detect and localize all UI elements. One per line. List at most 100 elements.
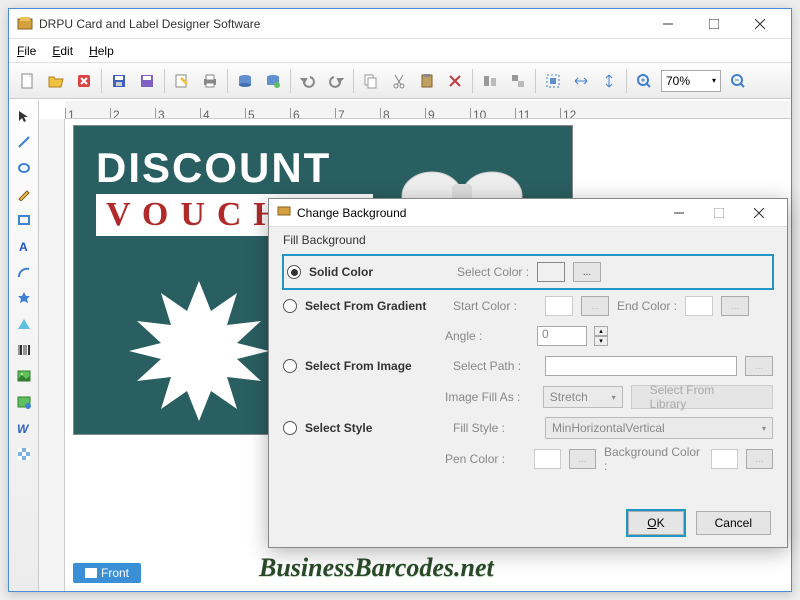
image-path-browse-button[interactable]: ... xyxy=(745,356,773,376)
solid-color-row: Solid Color Select Color : ... xyxy=(283,255,773,289)
dialog-minimize-button[interactable] xyxy=(659,199,699,227)
align-icon[interactable] xyxy=(477,68,503,94)
open-icon[interactable] xyxy=(43,68,69,94)
end-color-swatch[interactable] xyxy=(685,296,713,316)
pencil-tool-icon[interactable] xyxy=(13,183,35,205)
style-radio[interactable] xyxy=(283,421,297,435)
maximize-button[interactable] xyxy=(691,9,737,39)
cancel-button[interactable]: Cancel xyxy=(696,511,771,535)
image-tool-icon[interactable] xyxy=(13,365,35,387)
database-edit-icon[interactable] xyxy=(260,68,286,94)
zoom-combo[interactable]: 70%▾ xyxy=(661,70,721,92)
resize-h-icon[interactable] xyxy=(568,68,594,94)
brand-watermark: BusinessBarcodes.net xyxy=(259,553,494,583)
image-row: Select From Image Select Path : ... xyxy=(283,349,773,383)
select-all-icon[interactable] xyxy=(540,68,566,94)
pen-color-label: Pen Color : xyxy=(445,452,526,466)
zoom-out-icon[interactable] xyxy=(725,68,751,94)
dialog-titlebar: Change Background xyxy=(269,199,787,227)
close-button[interactable] xyxy=(737,9,783,39)
pen-color-browse-button[interactable]: ... xyxy=(569,449,596,469)
card-discount-text[interactable]: DISCOUNT xyxy=(96,144,331,192)
library-tool-icon[interactable] xyxy=(13,391,35,413)
rect-tool-icon[interactable] xyxy=(13,209,35,231)
ellipse-tool-icon[interactable] xyxy=(13,157,35,179)
dialog-icon xyxy=(277,204,291,221)
minimize-button[interactable] xyxy=(645,9,691,39)
window-title: DRPU Card and Label Designer Software xyxy=(39,17,645,31)
fill-background-label: Fill Background xyxy=(283,233,773,247)
angle-spin-down[interactable]: ▾ xyxy=(594,336,608,346)
bg-color-label: Background Color : xyxy=(604,445,703,473)
angle-spin-up[interactable]: ▴ xyxy=(594,326,608,336)
change-background-dialog: Change Background Fill Background Solid … xyxy=(268,198,788,548)
undo-icon[interactable] xyxy=(295,68,321,94)
zoom-in-icon[interactable] xyxy=(631,68,657,94)
barcode-tool-icon[interactable] xyxy=(13,339,35,361)
pen-color-swatch[interactable] xyxy=(534,449,561,469)
style-colors-row: Pen Color : ... Background Color : ... xyxy=(283,445,773,473)
database-icon[interactable] xyxy=(232,68,258,94)
solid-color-swatch[interactable] xyxy=(537,262,565,282)
image-label: Select From Image xyxy=(305,359,445,373)
image-path-input[interactable] xyxy=(545,356,737,376)
start-color-browse-button[interactable]: ... xyxy=(581,296,609,316)
svg-text:W: W xyxy=(17,422,30,435)
start-color-swatch[interactable] xyxy=(545,296,573,316)
starburst-icon[interactable] xyxy=(124,276,274,426)
solid-color-browse-button[interactable]: ... xyxy=(573,262,601,282)
dialog-maximize-button[interactable] xyxy=(699,199,739,227)
angle-label: Angle : xyxy=(445,329,529,343)
pointer-tool-icon[interactable] xyxy=(13,105,35,127)
cut-icon[interactable] xyxy=(386,68,412,94)
fill-style-combo[interactable]: MinHorizontalVertical▾ xyxy=(545,417,773,439)
solid-color-radio[interactable] xyxy=(287,265,301,279)
new-icon[interactable] xyxy=(15,68,41,94)
image-radio[interactable] xyxy=(283,359,297,373)
group-icon[interactable] xyxy=(505,68,531,94)
bg-color-swatch[interactable] xyxy=(711,449,738,469)
star-tool-icon[interactable] xyxy=(13,287,35,309)
menu-edit[interactable]: Edit xyxy=(52,44,73,58)
tab-front[interactable]: Front xyxy=(73,563,141,583)
copy-icon[interactable] xyxy=(358,68,384,94)
save-icon[interactable] xyxy=(106,68,132,94)
delete-icon[interactable] xyxy=(442,68,468,94)
bg-color-browse-button[interactable]: ... xyxy=(746,449,773,469)
svg-text:A: A xyxy=(19,240,28,253)
gradient-row: Select From Gradient Start Color : ... E… xyxy=(283,289,773,323)
paste-icon[interactable] xyxy=(414,68,440,94)
ok-button[interactable]: OK xyxy=(628,511,683,535)
triangle-tool-icon[interactable] xyxy=(13,313,35,335)
image-fill-as-combo[interactable]: Stretch▾ xyxy=(543,386,623,408)
menu-file[interactable]: File xyxy=(17,44,36,58)
edit-icon[interactable] xyxy=(169,68,195,94)
resize-v-icon[interactable] xyxy=(596,68,622,94)
end-color-label: End Color : xyxy=(617,299,677,313)
text-tool-icon[interactable]: A xyxy=(13,235,35,257)
wordart-tool-icon[interactable]: W xyxy=(13,417,35,439)
left-toolbar: A W xyxy=(9,101,39,591)
menu-help[interactable]: Help xyxy=(89,44,114,58)
close-doc-icon[interactable] xyxy=(71,68,97,94)
gradient-radio[interactable] xyxy=(283,299,297,313)
fill-style-label: Fill Style : xyxy=(453,421,537,435)
angle-input[interactable]: 0 xyxy=(537,326,587,346)
select-from-library-button[interactable]: Select From Library xyxy=(631,385,773,409)
style-label: Select Style xyxy=(305,421,445,435)
arc-tool-icon[interactable] xyxy=(13,261,35,283)
print-icon[interactable] xyxy=(197,68,223,94)
save-as-icon[interactable] xyxy=(134,68,160,94)
dialog-close-button[interactable] xyxy=(739,199,779,227)
end-color-browse-button[interactable]: ... xyxy=(721,296,749,316)
tab-strip: Front xyxy=(73,561,141,585)
select-color-label: Select Color : xyxy=(457,265,529,279)
ruler-vertical xyxy=(39,119,65,591)
start-color-label: Start Color : xyxy=(453,299,537,313)
menubar: File Edit Help xyxy=(9,39,791,63)
titlebar: DRPU Card and Label Designer Software xyxy=(9,9,791,39)
redo-icon[interactable] xyxy=(323,68,349,94)
pattern-tool-icon[interactable] xyxy=(13,443,35,465)
image-fill-as-label: Image Fill As : xyxy=(445,390,535,404)
line-tool-icon[interactable] xyxy=(13,131,35,153)
